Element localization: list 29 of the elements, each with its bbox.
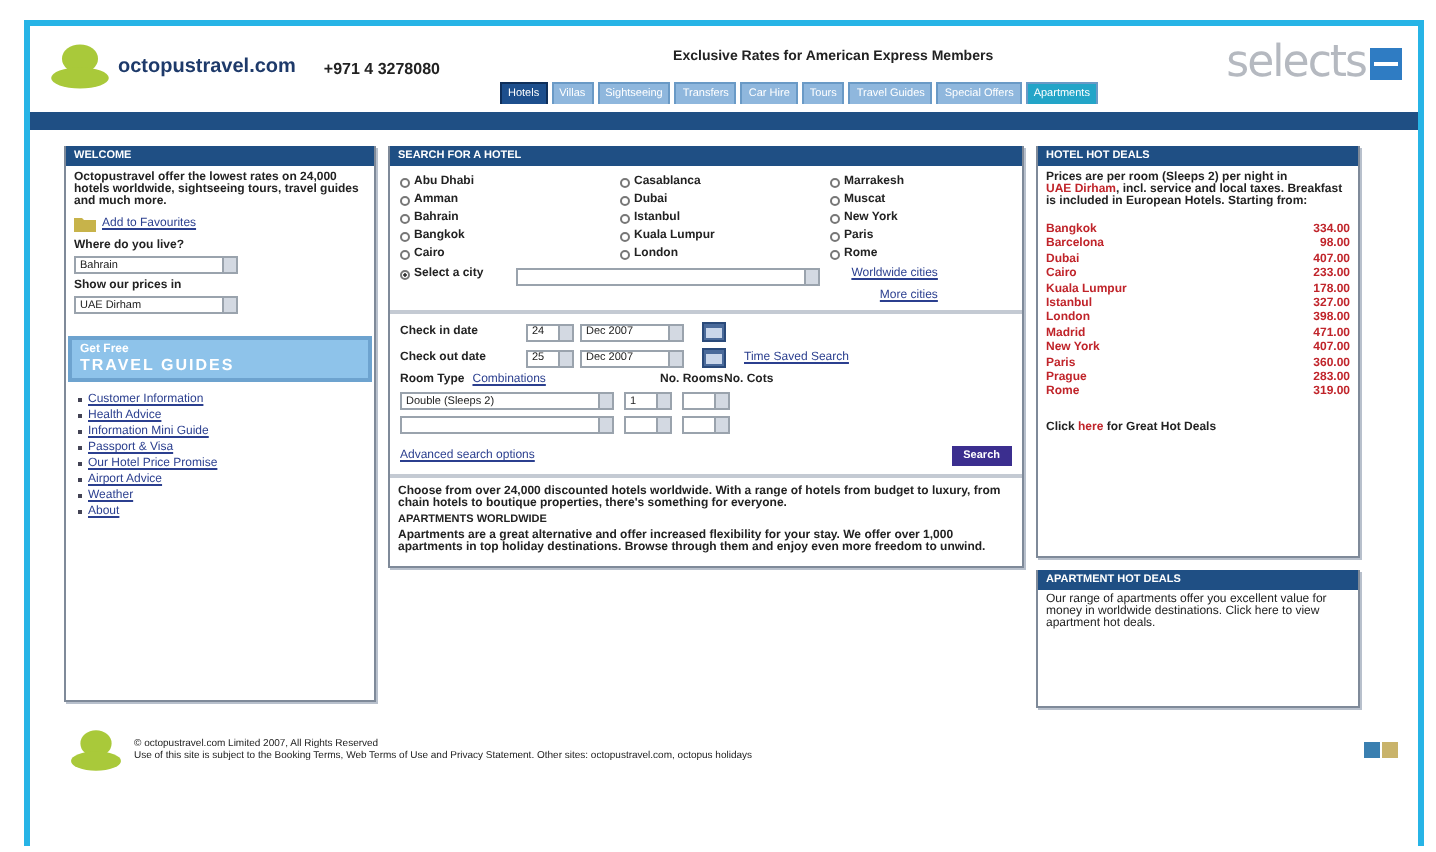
radio-button[interactable]	[400, 195, 410, 205]
radio-button[interactable]	[830, 195, 840, 205]
rooms-dropdown[interactable]	[624, 416, 672, 434]
cots-dropdown[interactable]	[682, 392, 730, 410]
radio-button[interactable]	[830, 231, 840, 241]
radio-button[interactable]	[830, 213, 840, 223]
phone-number: +971 4 3278080	[323, 60, 440, 78]
radio-button[interactable]	[620, 213, 630, 223]
card-logo-icon	[1370, 47, 1402, 79]
partner-logo-text: selects	[1226, 38, 1366, 88]
radio-button[interactable]	[830, 249, 840, 259]
radio-button[interactable]	[400, 249, 410, 259]
promo-title: TRAVEL GUIDES	[80, 356, 237, 374]
cots-dropdown[interactable]	[682, 416, 730, 434]
radio-button[interactable]	[620, 195, 630, 205]
city-dropdown[interactable]	[515, 268, 820, 286]
radio-button[interactable]	[400, 177, 410, 187]
folder-icon	[74, 216, 96, 232]
calendar-icon	[702, 348, 726, 368]
radio-button[interactable]	[620, 177, 630, 187]
radio-button[interactable]	[400, 231, 410, 241]
radio-button[interactable]	[400, 269, 410, 279]
radio-button[interactable]	[620, 249, 630, 259]
radio-button[interactable]	[830, 177, 840, 187]
radio-button[interactable]	[400, 213, 410, 223]
site-logo-text[interactable]: octopustravel.com	[118, 55, 296, 77]
room-type-dropdown[interactable]	[400, 416, 614, 434]
calendar-icon	[702, 322, 726, 342]
radio-button[interactable]	[620, 231, 630, 241]
